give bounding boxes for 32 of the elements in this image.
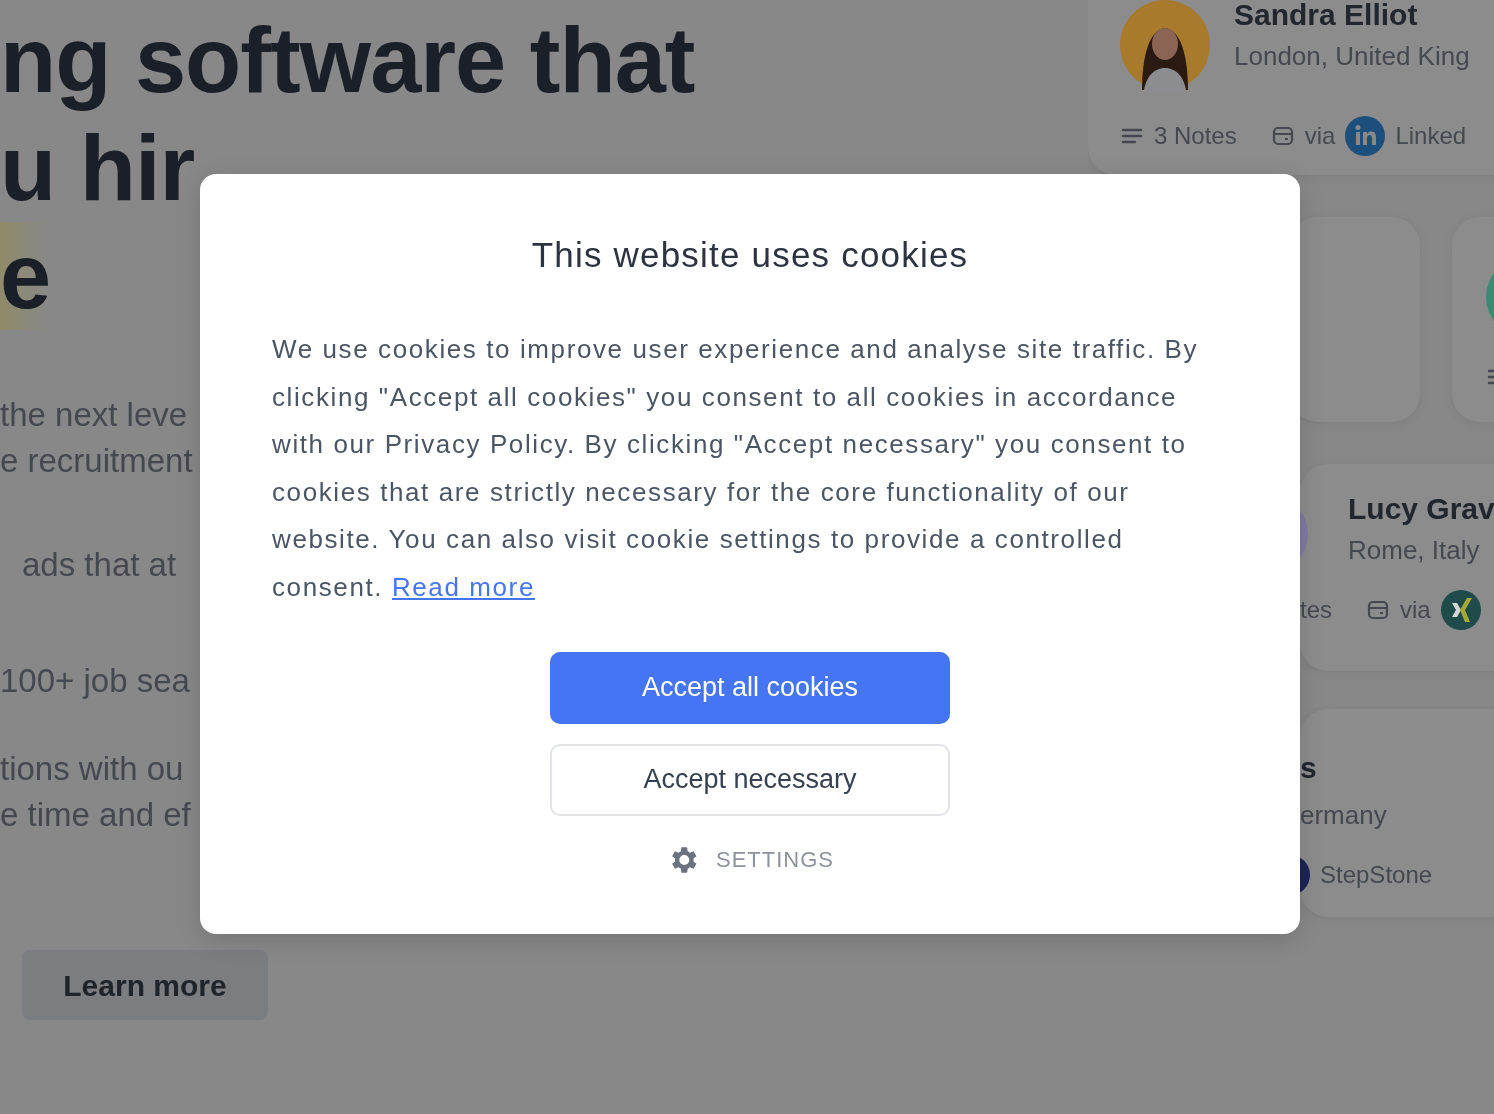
headline-text: e (0, 222, 51, 330)
candidate-location: ermany (1300, 799, 1387, 832)
candidate-location: Rome, Italy (1348, 534, 1480, 567)
headline-text: u hir (0, 116, 195, 221)
source-logo-icon (1440, 590, 1481, 630)
source-name: StepStone (1320, 860, 1433, 890)
candidate-location: London, United King (1234, 40, 1470, 73)
accept-necessary-button[interactable]: Accept necessary (550, 743, 950, 816)
notes-count: tes (1300, 595, 1332, 625)
dialog-title: This website uses cookies (530, 234, 970, 276)
card-icon (1270, 124, 1295, 148)
paragraph-line: the next leve (0, 395, 188, 435)
candidate-name: Sandra Elliot (1234, 0, 1418, 33)
dialog-text: We use cookies to improve user experience and analyse site traffic. By clicking "Accept all cookies" you consent to all cookies in accordance with our Privacy Policy. By clicking "Accept necessary" you consent to cookies that are strictly necessary for the core functionality of our website. You can also visit cookie settings to provide a controlled consent. Read more (272, 333, 1200, 604)
accept-all-button[interactable]: Accept all cookies (550, 651, 950, 724)
paragraph-line: e time and ef (0, 795, 191, 835)
paragraph-line: 100+ job sea (0, 661, 190, 701)
candidate-name: s (1300, 750, 1317, 786)
settings-button[interactable]: SETTINGS (660, 841, 840, 878)
paragraph-line: e recruitment (0, 441, 193, 481)
read-more-link[interactable]: Read more (391, 571, 535, 602)
card-icon (1366, 598, 1390, 622)
source-logo-icon (1345, 116, 1386, 156)
paragraph-line: ads that at (22, 545, 177, 585)
paragraph-line: tions with ou (0, 749, 184, 789)
source-name: Linked (1395, 121, 1467, 151)
notes-count: 3 Notes (1154, 121, 1237, 151)
candidate-name: Lucy Grav (1348, 491, 1494, 527)
learn-more-button[interactable]: Learn more (22, 950, 268, 1020)
via-label: via (1304, 121, 1336, 151)
headline-text: ng software that (0, 8, 695, 113)
via-label: via (1400, 595, 1431, 625)
